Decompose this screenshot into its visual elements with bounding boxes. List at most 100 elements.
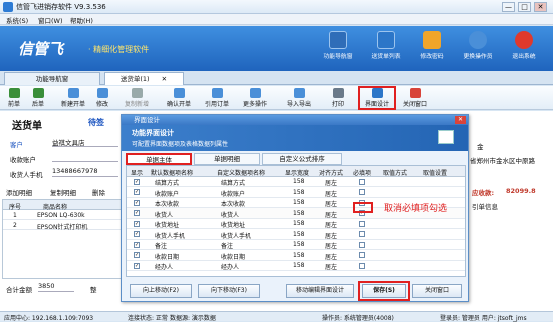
receivable-label: 应收款:: [472, 189, 495, 197]
ui-design-dialog: 界面设计 ✕ 功能界面设计 可配置界面数据项及表格数据列属性 单据主体 单据明细…: [121, 114, 469, 302]
move-up-button[interactable]: 向上移动(F2): [130, 284, 192, 298]
copy-icon: [131, 88, 143, 98]
table-row[interactable]: ✓ 收款账户 收款账户 158 居左: [127, 187, 465, 198]
edit-button[interactable]: 修改: [94, 88, 110, 108]
required-checkbox[interactable]: [359, 220, 365, 227]
brand-tagline: · 精细化管理软件: [88, 45, 150, 54]
confirm-icon: [173, 88, 185, 98]
table-row[interactable]: ✓ 结算方式 结算方式 158 居左: [127, 177, 465, 187]
new-doc-icon: [67, 88, 79, 98]
confirm-order-button[interactable]: 确认开单: [164, 88, 194, 108]
table-row[interactable]: ✓ 备注 备注 158 居左: [127, 240, 465, 250]
change-password-button[interactable]: 修改密码: [408, 31, 456, 60]
table-row[interactable]: 2 EPSON针式打印机: [3, 220, 123, 231]
dialog-close-icon[interactable]: ✕: [455, 116, 466, 124]
menu-system[interactable]: 系统(S): [6, 15, 28, 25]
layout-preview-icon: [438, 130, 454, 144]
form-title: 送货单: [12, 121, 42, 132]
more-actions-button[interactable]: 更多操作: [240, 88, 270, 108]
dialog-button-bar: 向上移动(F2) 向下移动(F3) 移动编辑界面设计 保存(S) 关闭窗口: [122, 281, 470, 301]
prev-order-button[interactable]: 前单: [6, 88, 22, 108]
tab-document-detail[interactable]: 单据明细: [194, 153, 260, 165]
move-field-button[interactable]: 移动编辑界面设计: [286, 284, 354, 298]
show-checkbox[interactable]: ✓: [134, 178, 140, 185]
required-checkbox[interactable]: [359, 231, 365, 237]
close-window-icon: [409, 88, 421, 98]
show-checkbox[interactable]: ✓: [134, 220, 140, 227]
show-checkbox[interactable]: ✓: [134, 241, 140, 248]
show-checkbox[interactable]: ✓: [134, 210, 140, 216]
status-bar: 应用中心: 192.168.1.109:7093 连接状态: 正常 数据源: 演…: [0, 311, 553, 322]
required-checkbox[interactable]: [359, 178, 365, 185]
highlight-required-checkbox: [353, 202, 373, 213]
right-label: 金: [477, 143, 484, 151]
tab-custom-formula[interactable]: 自定义公式排序: [262, 153, 342, 165]
required-checkbox[interactable]: [359, 262, 365, 269]
table-row[interactable]: ✓ 收货人手机 收货人手机 158 居左: [127, 229, 465, 240]
tab-nav-window[interactable]: 功能导航窗: [4, 72, 100, 85]
annotation-note: 取消必填项勾选: [384, 204, 448, 214]
tab-delivery-order[interactable]: 送货单(1) ✕: [104, 72, 184, 85]
required-checkbox[interactable]: [359, 241, 365, 248]
maximize-button[interactable]: □: [518, 2, 531, 12]
dialog-header: 功能界面设计 可配置界面数据项及表格数据列属性: [122, 125, 468, 151]
show-checkbox[interactable]: ✓: [134, 231, 140, 237]
status-badge: 待签: [88, 118, 104, 127]
delivery-list-button[interactable]: 送货单列表: [362, 31, 410, 60]
title-bar: 信管飞进销存软件 V9.3.536 — □ ✕: [0, 0, 553, 14]
copy-row-button[interactable]: 复制明细: [50, 187, 76, 197]
show-checkbox[interactable]: ✓: [134, 252, 140, 258]
reference-order-button[interactable]: 引用订单: [202, 88, 232, 108]
items-grid-header: 序号 商品名称: [3, 200, 123, 211]
close-tab-icon[interactable]: ✕: [162, 75, 167, 83]
table-row[interactable]: 1 EPSON LQ-630k: [3, 210, 123, 220]
table-row[interactable]: ✓ 经办人 经办人 158 居左: [127, 261, 465, 271]
receiver-phone-field[interactable]: 13488667978: [52, 167, 118, 177]
required-checkbox[interactable]: [359, 189, 365, 195]
nav-window-button[interactable]: 功能导航窗: [314, 31, 362, 60]
minimize-button[interactable]: —: [502, 2, 515, 12]
account-label: 收款账户: [10, 156, 36, 164]
document-tabs: 功能导航窗 送货单(1) ✕: [0, 71, 553, 85]
close-window-button[interactable]: 关闭窗口: [400, 88, 430, 108]
close-app-button[interactable]: ✕: [534, 2, 547, 12]
menu-window[interactable]: 窗口(W): [38, 15, 63, 25]
show-checkbox[interactable]: ✓: [134, 262, 140, 269]
app-logo-icon: [3, 2, 13, 12]
new-order-button[interactable]: 新建开单: [58, 88, 88, 108]
next-icon: [32, 88, 44, 98]
receivable-value: 82099.8: [506, 187, 536, 195]
menu-bar: 系统(S) 窗口(W) 帮助(H): [0, 14, 553, 25]
monitor-icon: [329, 31, 347, 49]
delete-row-button[interactable]: 删除: [92, 187, 105, 197]
customer-field[interactable]: 益祺文具店: [52, 137, 118, 147]
menu-help[interactable]: 帮助(H): [70, 15, 93, 25]
show-checkbox[interactable]: ✓: [134, 199, 140, 206]
show-checkbox[interactable]: ✓: [134, 189, 140, 195]
customer-label: 客户: [10, 141, 23, 149]
dialog-heading: 功能界面设计: [132, 129, 174, 137]
account-field[interactable]: [52, 152, 118, 162]
table-row[interactable]: ✓ 收款日期 收款日期 158 居左: [127, 250, 465, 261]
required-checkbox[interactable]: [359, 252, 365, 258]
total-extra-label: 整: [90, 286, 97, 294]
print-icon: [332, 88, 344, 98]
exit-icon: [515, 31, 533, 49]
add-row-button[interactable]: 添加明细: [6, 187, 32, 197]
dialog-close-button[interactable]: 关闭窗口: [412, 284, 462, 298]
tab-document-body[interactable]: 单据主体: [126, 153, 192, 165]
brand-logo: 信管飞: [18, 40, 64, 58]
receiver-phone-label: 收货人手机: [10, 171, 43, 179]
dialog-subheading: 可配置界面数据项及表格数据列属性: [132, 141, 229, 148]
copy-new-button[interactable]: 复制新增: [122, 88, 152, 108]
import-export-button[interactable]: 导入导出: [284, 88, 314, 108]
exit-system-button[interactable]: 退出系统: [500, 31, 548, 60]
next-order-button[interactable]: 后单: [30, 88, 46, 108]
address-field[interactable]: 省郑州市金水区中原路: [470, 155, 535, 165]
switch-operator-button[interactable]: 更换操作员: [454, 31, 502, 60]
fields-grid: 显示 默认数据项名称 自定义数据项名称 显示宽度 对齐方式 必填项 取值方式 取…: [126, 165, 466, 277]
move-down-button[interactable]: 向下移动(F3): [198, 284, 260, 298]
table-row[interactable]: ✓ 收货地址 收货地址 158 居左: [127, 219, 465, 229]
print-button[interactable]: 打印: [330, 88, 346, 108]
list-icon: [377, 31, 395, 49]
